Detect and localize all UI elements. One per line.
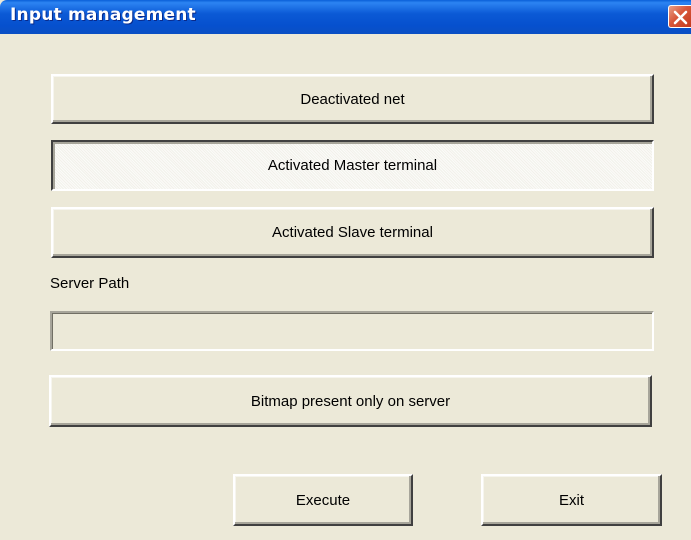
bitmap-present-only-on-server-button[interactable]: Bitmap present only on server: [49, 375, 652, 427]
execute-button[interactable]: Execute: [233, 474, 413, 526]
activated-slave-terminal-button[interactable]: Activated Slave terminal: [51, 207, 654, 258]
server-path-input[interactable]: [50, 311, 654, 351]
activated-master-terminal-button[interactable]: Activated Master terminal: [51, 140, 654, 191]
exit-button[interactable]: Exit: [481, 474, 662, 526]
input-management-dialog: Input management Deactivated net Activat…: [0, 0, 691, 540]
window-title: Input management: [10, 5, 196, 25]
server-path-label: Server Path: [50, 275, 130, 292]
close-icon: [673, 10, 688, 25]
title-bar[interactable]: Input management: [0, 0, 691, 34]
deactivated-net-button[interactable]: Deactivated net: [51, 74, 654, 124]
close-button[interactable]: [668, 5, 691, 28]
